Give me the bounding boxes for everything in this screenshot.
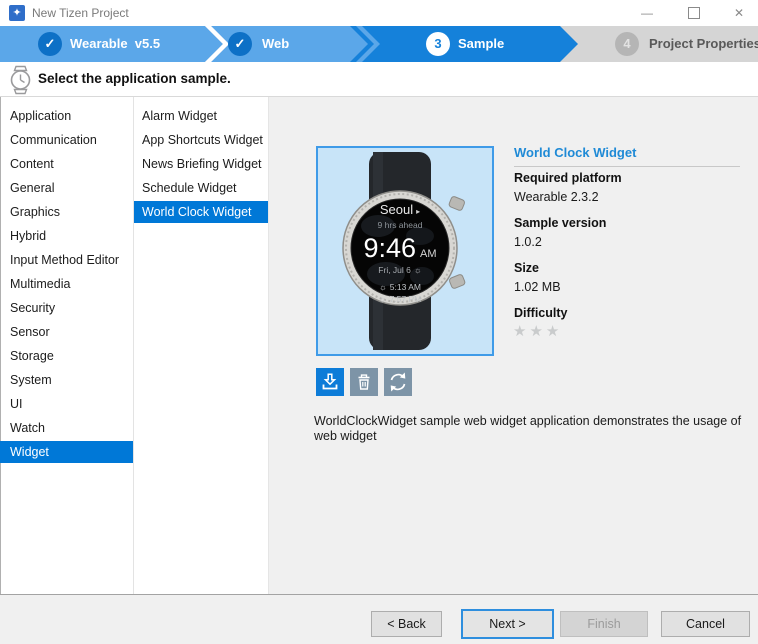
svg-text:☼5:13 AM: ☼5:13 AM xyxy=(379,282,421,292)
step-sample-label: Sample xyxy=(458,26,504,62)
category-item-sensor[interactable]: Sensor xyxy=(0,321,133,343)
sunrise-icon: ☼ xyxy=(379,282,387,292)
next-button[interactable]: Next > xyxy=(461,609,554,639)
step-web-label: Web xyxy=(262,26,289,62)
step-number-4: 4 xyxy=(615,32,639,56)
sample-description: WorldClockWidget sample web widget appli… xyxy=(314,414,758,444)
difficulty-label: Difficulty xyxy=(514,306,567,320)
minimize-icon: — xyxy=(641,6,653,20)
finish-button[interactable]: Finish xyxy=(560,611,648,637)
title-bar: ✦ New Tizen Project — ✕ xyxy=(0,0,758,26)
close-button[interactable]: ✕ xyxy=(724,0,754,26)
tizen-studio-icon: ✦ xyxy=(9,5,25,21)
category-item-general[interactable]: General xyxy=(0,177,133,199)
category-item-communication[interactable]: Communication xyxy=(0,129,133,151)
size-value: 1.02 MB xyxy=(514,280,561,294)
watch-sunrise: 5:13 AM xyxy=(390,282,421,292)
sample-item-news-briefing-widget[interactable]: News Briefing Widget xyxy=(134,153,268,175)
maximize-button[interactable] xyxy=(679,0,709,26)
sunset-icon: ☼ xyxy=(379,294,387,304)
check-icon: ✓ xyxy=(228,32,252,56)
window-title: New Tizen Project xyxy=(32,0,129,26)
required-platform-value: Wearable 2.3.2 xyxy=(514,190,599,204)
watch-time: 9:46 xyxy=(363,233,416,263)
svg-text:☼7:57 PM: ☼7:57 PM xyxy=(379,294,421,304)
step-project-properties-label: Project Properties xyxy=(649,26,758,62)
minimize-button[interactable]: — xyxy=(632,0,662,26)
sun-icon: ☼ xyxy=(414,265,422,275)
back-button[interactable]: < Back xyxy=(371,611,442,637)
download-sample-button[interactable] xyxy=(316,368,344,396)
size-label: Size xyxy=(514,261,539,275)
maximize-icon xyxy=(688,7,700,19)
download-icon xyxy=(316,368,344,396)
required-platform-label: Required platform xyxy=(514,171,622,185)
sample-item-schedule-widget[interactable]: Schedule Widget xyxy=(134,177,268,199)
cancel-button[interactable]: Cancel xyxy=(661,611,750,637)
category-item-watch[interactable]: Watch xyxy=(0,417,133,439)
sample-version-label: Sample version xyxy=(514,216,606,230)
category-item-application[interactable]: Application xyxy=(0,105,133,127)
check-icon: ✓ xyxy=(38,32,62,56)
instruction-text: Select the application sample. xyxy=(38,62,231,96)
sample-version-value: 1.0.2 xyxy=(514,235,542,249)
detail-title: World Clock Widget xyxy=(514,145,740,160)
category-item-widget-selected[interactable]: Widget xyxy=(0,441,133,463)
refresh-sample-button[interactable] xyxy=(384,368,412,396)
column-separator xyxy=(268,97,269,594)
step-wearable-label: Wearable v5.5 xyxy=(70,26,160,62)
delete-sample-button[interactable] xyxy=(350,368,378,396)
category-item-multimedia[interactable]: Multimedia xyxy=(0,273,133,295)
sample-preview-image: Seoul▸ 9 hrs ahead 9:46AM Fri, Jul 6☼ ☼5… xyxy=(316,146,494,356)
category-item-graphics[interactable]: Graphics xyxy=(0,201,133,223)
category-item-storage[interactable]: Storage xyxy=(0,345,133,367)
step-number-3: 3 xyxy=(426,32,450,56)
category-item-security[interactable]: Security xyxy=(0,297,133,319)
svg-text:Fri, Jul 6☼: Fri, Jul 6☼ xyxy=(378,265,421,275)
sample-item-world-clock-widget-selected[interactable]: World Clock Widget xyxy=(134,201,268,223)
detail-divider xyxy=(514,166,740,167)
city-arrow-icon: ▸ xyxy=(416,207,420,216)
new-tizen-project-dialog: ✦ New Tizen Project — ✕ ✓ Wearable v5.5 … xyxy=(0,0,758,644)
watch-sunset: 7:57 PM xyxy=(390,294,422,304)
sample-item-alarm-widget[interactable]: Alarm Widget xyxy=(134,105,268,127)
category-item-ui[interactable]: UI xyxy=(0,393,133,415)
watch-meridiem: AM xyxy=(420,248,437,260)
watch-preview: Seoul▸ 9 hrs ahead 9:46AM Fri, Jul 6☼ ☼5… xyxy=(318,148,492,354)
category-item-hybrid[interactable]: Hybrid xyxy=(0,225,133,247)
trash-icon xyxy=(350,368,378,396)
watch-city: Seoul xyxy=(380,202,413,217)
close-icon: ✕ xyxy=(734,6,744,20)
refresh-icon xyxy=(384,368,412,396)
category-item-system[interactable]: System xyxy=(0,369,133,391)
watch-date: Fri, Jul 6 xyxy=(378,265,411,275)
difficulty-stars-icon: ★★★ xyxy=(513,322,562,340)
watch-offset: 9 hrs ahead xyxy=(378,220,423,230)
category-item-content[interactable]: Content xyxy=(0,153,133,175)
sample-item-app-shortcuts-widget[interactable]: App Shortcuts Widget xyxy=(134,129,268,151)
watch-icon xyxy=(8,65,34,100)
category-item-input-method-editor[interactable]: Input Method Editor xyxy=(0,249,133,271)
